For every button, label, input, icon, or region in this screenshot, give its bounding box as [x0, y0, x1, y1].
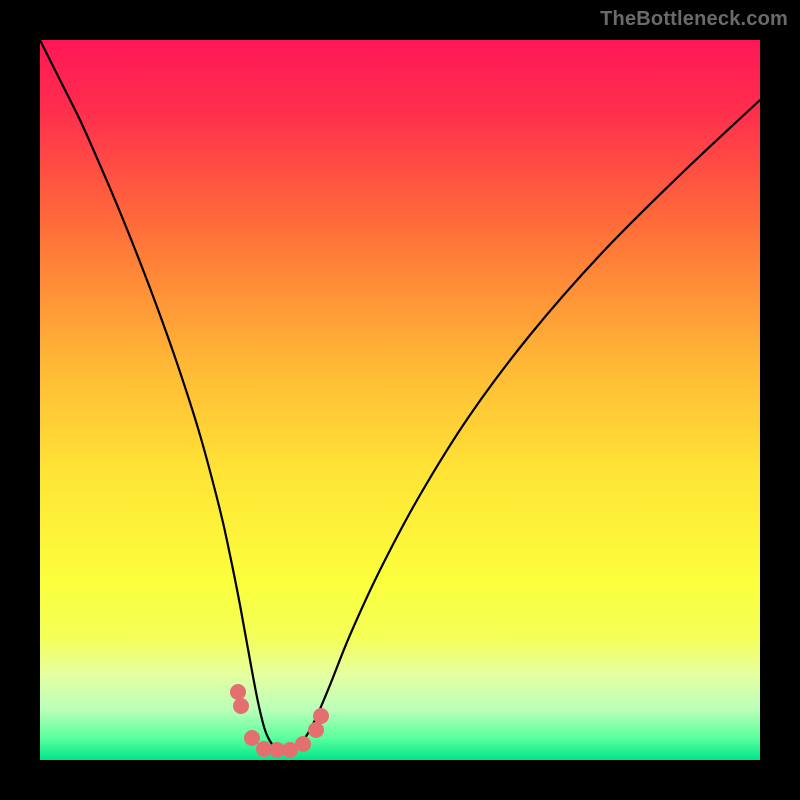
marker-dot: [233, 698, 249, 714]
marker-dot: [230, 684, 246, 700]
outer-frame: TheBottleneck.com: [0, 0, 800, 800]
marker-dot: [313, 708, 329, 724]
plot-area: [40, 40, 760, 760]
marker-dot: [308, 722, 324, 738]
watermark-text: TheBottleneck.com: [600, 8, 788, 31]
marker-dot: [295, 736, 311, 752]
bottleneck-curve: [40, 40, 760, 751]
chart-svg: [40, 40, 760, 760]
marker-dot: [244, 730, 260, 746]
